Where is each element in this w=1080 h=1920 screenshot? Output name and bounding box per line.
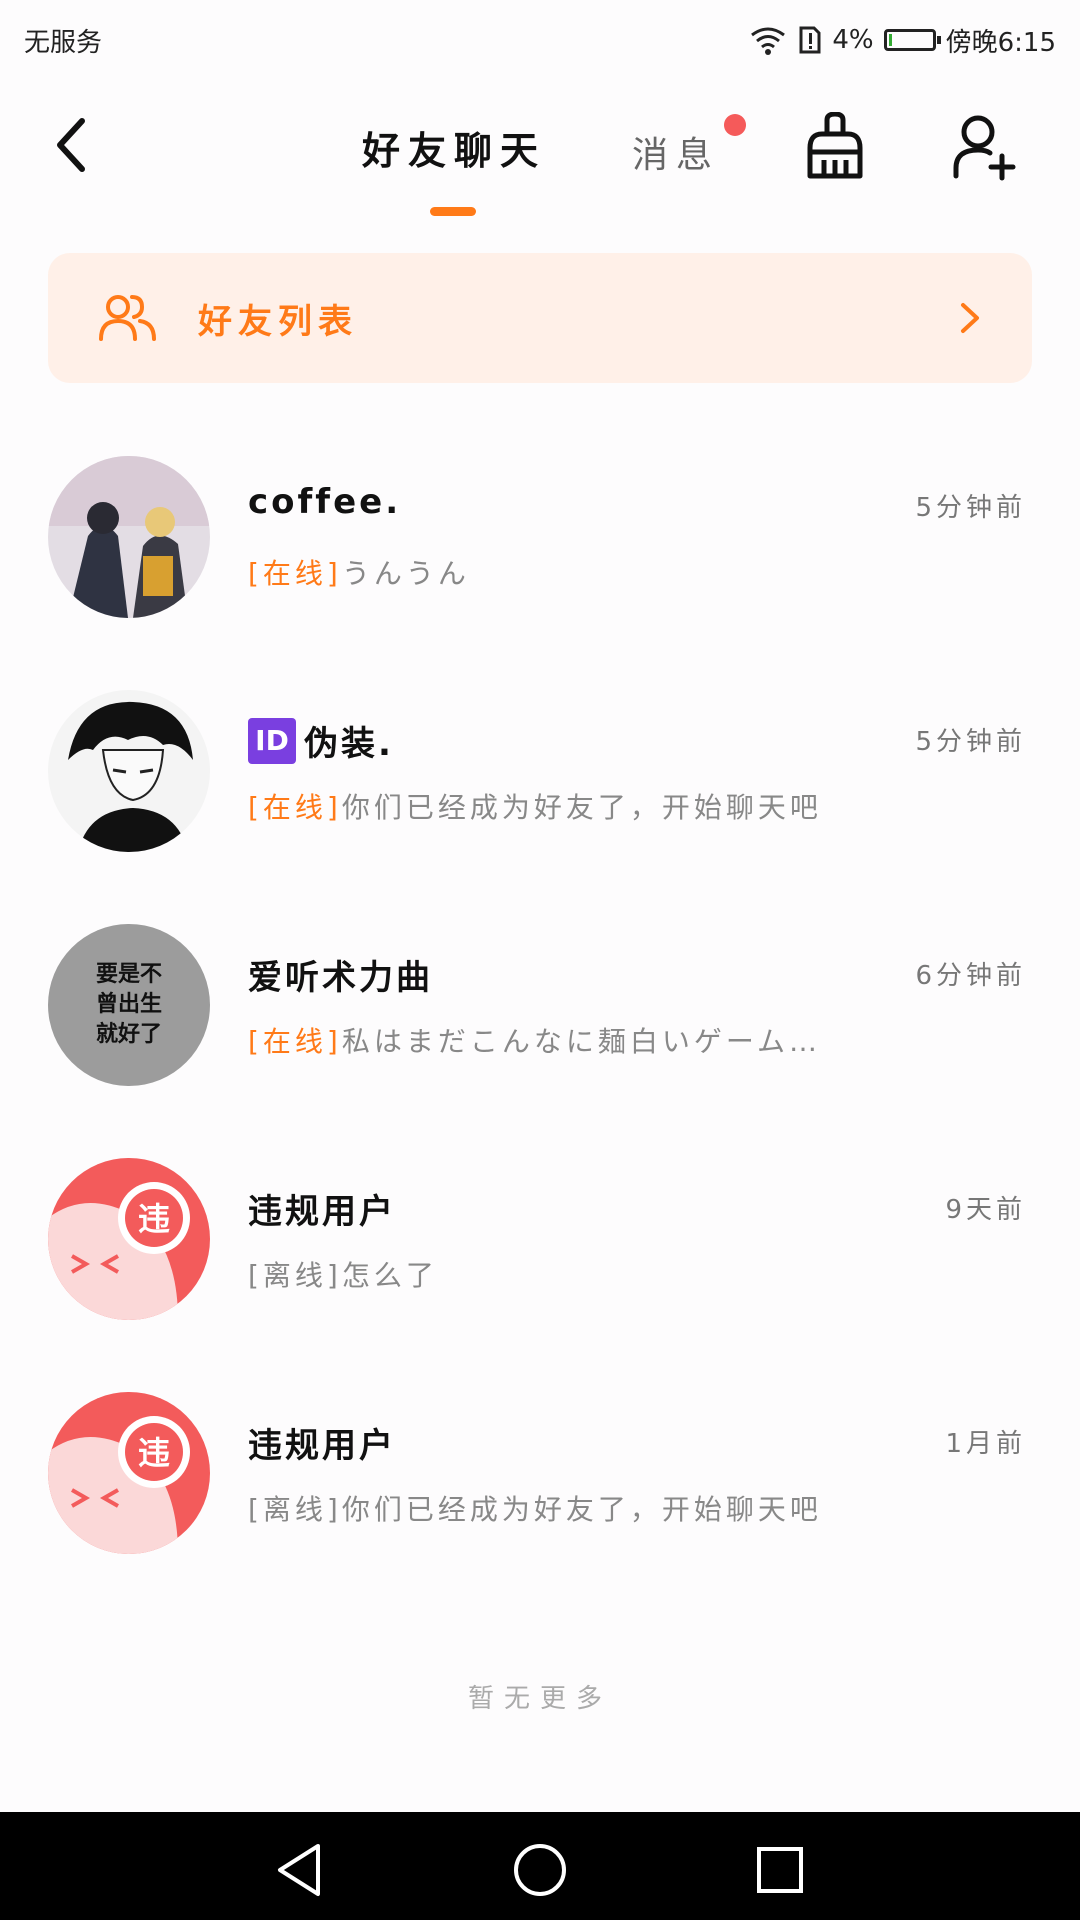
last-message: 你们已经成为好友了，开始聊天吧 [341,791,822,824]
tab-friend-chat[interactable]: 好友聊天 [362,120,546,175]
chat-time: 5分钟前 [915,727,1026,757]
friends-icon [99,295,156,341]
offline-status: [离线] [248,1493,342,1526]
last-message: 怎么了 [341,1259,438,1292]
triangle-back-icon [278,1844,320,1896]
chat-preview: [离线]你们已经成为好友了，开始聊天吧 [248,1488,822,1528]
square-recents-icon [757,1847,803,1893]
chevron-right-icon [961,303,979,333]
battery-icon [883,29,941,51]
chat-time: 9天前 [945,1195,1026,1225]
chat-time: 5分钟前 [915,493,1026,523]
chat-name: coffee. [248,482,402,522]
clear-button[interactable] [800,111,870,182]
chat-preview: [在线]你们已经成为好友了，开始聊天吧 [248,786,822,826]
chat-time: 1月前 [945,1429,1026,1459]
chat-preview: [在线]うんうん [248,552,470,592]
avatar-text: 违 [138,1200,170,1238]
chat-row[interactable]: 要是不 曾出生 就好了 爱听术力曲 6分钟前 [在线]私はまだこんなに麺白いゲー… [0,913,1080,1147]
chat-row[interactable]: coffee. 5分钟前 [在线]うんうん [0,445,1080,679]
chat-name: 违规用户 [248,1426,396,1466]
last-message: うんうん [341,557,470,590]
avatar: 违 [48,1158,210,1320]
avatar: 要是不 曾出生 就好了 [48,924,210,1086]
avatar-text: 曾出生 [95,992,162,1017]
sim-alert-icon [799,26,821,54]
avatar-text: 就好了 [95,1022,162,1047]
nav-recents-button[interactable] [750,1840,810,1900]
last-message: 私はまだこんなに麺白いゲーム… [341,1025,822,1058]
online-status: [在线] [248,1025,342,1058]
no-more-text: 暂无更多 [467,1684,612,1714]
avatar-text: 违 [138,1434,170,1472]
active-tab-indicator [430,207,476,216]
chat-name: 爱听术力曲 [248,958,433,998]
avatar-text: 要是不 [95,962,162,987]
id-badge: ID [248,717,296,764]
chat-name: 违规用户 [248,1192,396,1232]
online-status: [在线] [248,791,342,824]
unread-dot [724,114,746,136]
wifi-icon [751,27,786,55]
friend-list-entry[interactable]: 好友列表 [48,253,1032,383]
avatar [48,690,210,852]
broom-icon [807,111,863,179]
avatar: 违 [48,1392,210,1554]
nav-back-button[interactable] [270,1840,330,1900]
avatar [48,456,210,618]
battery-percent: 4% [832,25,874,55]
chat-time: 6分钟前 [915,961,1026,991]
chat-row[interactable]: ID 伪装. 5分钟前 [在线]你们已经成为好友了，开始聊天吧 [0,679,1080,913]
chat-preview: [离线]怎么了 [248,1254,438,1294]
chat-list: coffee. 5分钟前 [在线]うんうん ID 伪装. 5分钟前 [在线]你们已… [0,445,1080,1615]
back-button[interactable] [40,110,100,180]
chat-row[interactable]: 违 违规用户 9天前 [离线]怎么了 [0,1147,1080,1381]
last-message: 你们已经成为好友了，开始聊天吧 [341,1493,822,1526]
chat-row[interactable]: 违 违规用户 1月前 [离线]你们已经成为好友了，开始聊天吧 [0,1381,1080,1615]
status-bar: 无服务 4% 傍晚6:15 [0,0,1080,80]
chevron-left-icon [57,118,85,172]
system-nav-bar [0,1812,1080,1920]
header: 好友聊天 消息 [0,90,1080,220]
carrier-text: 无服务 [24,27,103,58]
status-indicators: 4% 傍晚6:15 [748,22,1056,59]
friend-list-label: 好友列表 [198,301,358,342]
add-user-icon [953,115,1016,181]
nav-home-button[interactable] [510,1840,570,1900]
add-friend-button[interactable] [950,112,1020,182]
online-status: [在线] [248,557,342,590]
clock: 傍晚6:15 [945,27,1056,58]
circle-home-icon [514,1844,566,1896]
tab-messages[interactable]: 消息 [632,126,720,178]
chat-name: ID 伪装. [248,716,394,765]
offline-status: [离线] [248,1259,342,1292]
chat-preview: [在线]私はまだこんなに麺白いゲーム… [248,1020,821,1060]
